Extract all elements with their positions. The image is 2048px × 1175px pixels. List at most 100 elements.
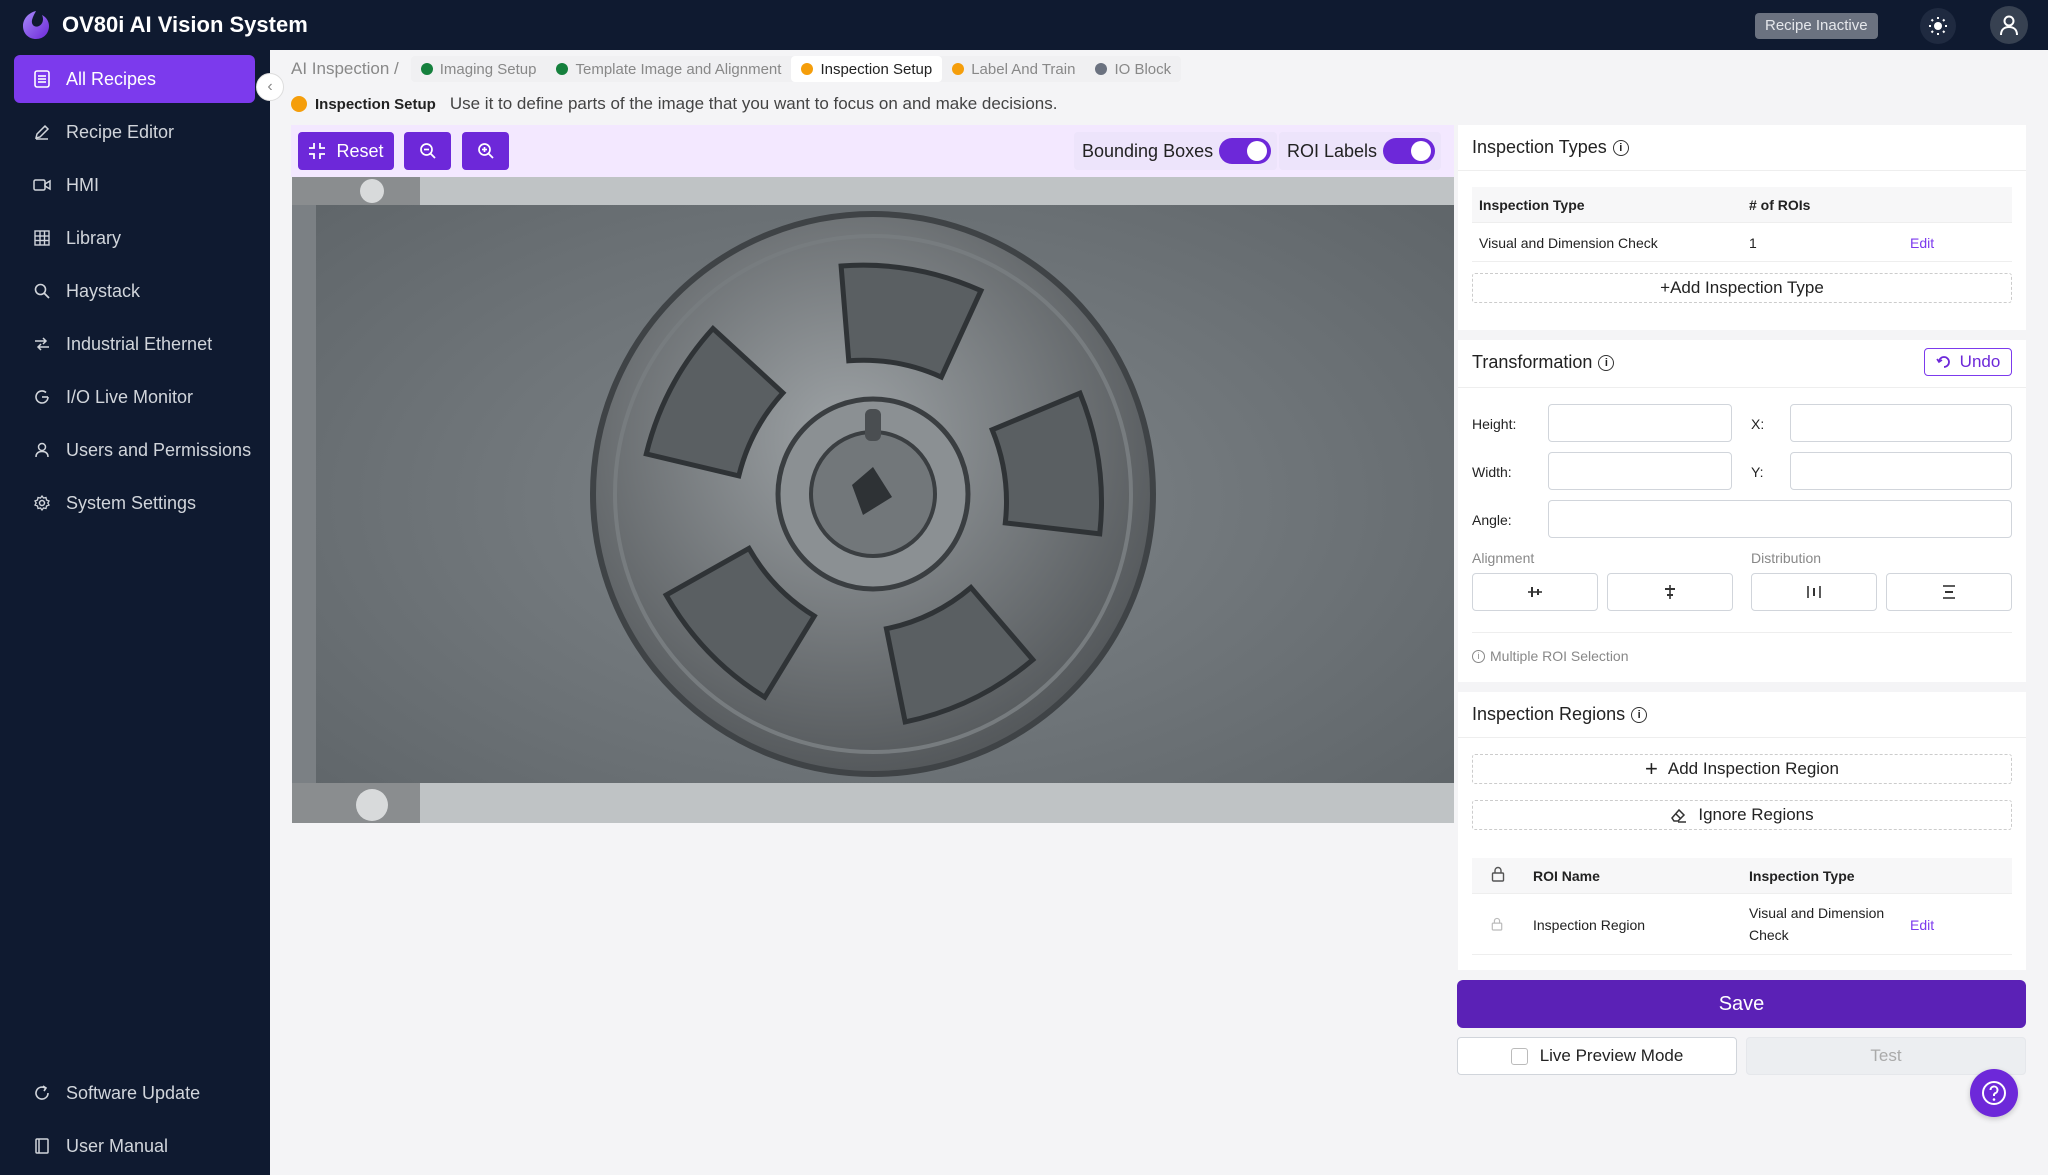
status-dot-icon [420,63,433,75]
save-button[interactable]: Save [1457,980,2026,1028]
user-avatar-button[interactable] [1990,6,2028,44]
sidebar-item-library[interactable]: Library [14,214,255,262]
inspection-image-canvas[interactable] [292,177,1454,823]
info-icon[interactable]: i [1598,354,1615,371]
sidebar-item-recipe-editor[interactable]: Recipe Editor [14,108,255,156]
lock-icon[interactable] [1491,866,1505,882]
theme-toggle-button[interactable] [1920,8,1956,44]
refresh-icon [32,1083,52,1103]
sun-icon [1929,17,1947,35]
top-bar: OV80i AI Vision System Recipe Inactive [0,0,2048,50]
live-preview-toggle[interactable]: Live Preview Mode [1457,1037,1737,1075]
x-input[interactable] [1790,404,2012,442]
multiple-roi-note: i Multiple ROI Selection [1472,648,1629,664]
edit-roi-link[interactable]: Edit [1910,917,1934,933]
inspection-regions-panel: Inspection Regions i + Add Inspection Reg… [1458,692,2026,970]
zoom-in-icon [477,143,494,159]
app-logo-icon [23,11,49,39]
zoom-out-button[interactable] [404,132,451,170]
column-header-inspection-type: Inspection Type [1479,197,1585,213]
y-label: Y: [1751,464,1764,480]
undo-button[interactable]: Undo [1924,348,2012,376]
sidebar-item-io-live-monitor[interactable]: I/O Live Monitor [14,373,255,421]
app-title: OV80i AI Vision System [62,12,308,37]
roi-inspection-type-line2: Check [1749,927,1789,943]
bounding-boxes-toggle[interactable]: Bounding Boxes [1074,132,1278,170]
undo-icon [1936,356,1950,368]
recipes-icon [32,69,52,89]
bounding-boxes-switch[interactable] [1219,138,1272,164]
ignore-regions-button[interactable]: Ignore Regions [1472,800,2012,830]
sidebar-item-hmi[interactable]: HMI [14,161,255,209]
breadcrumb: AI Inspection / Imaging Setup Template I… [291,56,1182,82]
y-input[interactable] [1790,452,2012,490]
image-toolbar: Reset Bounding Boxes ROI Labels [291,125,1454,177]
column-header-inspection-type: Inspection Type [1749,868,1855,884]
info-icon: i [1472,649,1485,663]
align-horizontal-center-icon [1528,587,1542,597]
transformation-panel: Transformation i Undo Height: X: Width: Y… [1458,340,2026,682]
edit-inspection-type-link[interactable]: Edit [1910,235,1934,251]
book-icon [32,1136,52,1156]
distribute-vertical-button[interactable] [1886,573,2012,611]
angle-label: Angle: [1472,512,1512,528]
test-button[interactable]: Test [1746,1037,2026,1075]
add-inspection-region-button[interactable]: + Add Inspection Region [1472,754,2012,784]
status-dot-icon [1095,63,1108,75]
sidebar-item-label: HMI [66,174,99,195]
sidebar-item-label: Library [66,227,122,248]
step-label-and-train[interactable]: Label And Train [942,56,1085,82]
add-inspection-type-button[interactable]: +Add Inspection Type [1472,273,2012,303]
angle-input[interactable] [1548,500,2012,538]
height-label: Height: [1472,416,1517,432]
step-inspection-setup[interactable]: Inspection Setup [791,56,943,82]
recipe-status-badge: Recipe Inactive [1755,13,1878,39]
align-vertical-center-button[interactable] [1607,573,1733,611]
column-header-roi-name: ROI Name [1533,868,1600,884]
breadcrumb-root[interactable]: AI Inspection / [291,59,399,79]
sidebar-item-haystack[interactable]: Haystack [14,267,255,315]
zoom-out-icon [419,143,436,159]
step-imaging-setup[interactable]: Imaging Setup [411,56,547,82]
section-title: Inspection Setup [315,95,436,113]
width-input[interactable] [1548,452,1732,490]
sidebar-item-system-settings[interactable]: System Settings [14,479,255,527]
live-preview-checkbox[interactable] [1510,1047,1528,1065]
width-label: Width: [1472,464,1512,480]
help-button[interactable] [1970,1069,2018,1117]
reset-button[interactable]: Reset [298,132,394,170]
collapse-sidebar-button[interactable]: ‹ [256,73,284,101]
roi-labels-switch[interactable] [1383,138,1436,164]
step-io-block[interactable]: IO Block [1085,56,1181,82]
film-reel-image [292,177,1454,823]
camera-icon [32,175,52,195]
distribute-vertical-icon [1943,585,1955,599]
info-icon[interactable]: i [1612,139,1629,156]
lock-icon[interactable] [1491,917,1503,931]
status-dot-icon [801,63,814,75]
sidebar-item-label: All Recipes [66,68,157,89]
roi-labels-toggle[interactable]: ROI Labels [1279,132,1442,170]
alignment-label: Alignment [1472,550,1535,566]
info-icon[interactable]: i [1631,706,1648,723]
zoom-in-button[interactable] [462,132,509,170]
status-dot-icon [556,63,569,75]
inspection-type-name: Visual and Dimension Check [1479,235,1658,251]
align-horizontal-center-button[interactable] [1472,573,1598,611]
inspection-types-panel: Inspection Types i Inspection Type # of R… [1458,125,2026,330]
sidebar-item-users-permissions[interactable]: Users and Permissions [14,426,255,474]
pen-icon [32,122,52,142]
x-label: X: [1751,416,1765,432]
sidebar-item-software-update[interactable]: Software Update [14,1069,255,1117]
sidebar-item-user-manual[interactable]: User Manual [14,1122,255,1170]
distribute-horizontal-button[interactable] [1751,573,1877,611]
distribution-label: Distribution [1751,550,1822,566]
sidebar-item-industrial-ethernet[interactable]: Industrial Ethernet [14,320,255,368]
step-template-alignment[interactable]: Template Image and Alignment [546,56,791,82]
plus-icon: + [1645,756,1658,781]
sidebar-item-label: User Manual [66,1135,169,1156]
height-input[interactable] [1548,404,1732,442]
help-icon [1982,1081,2006,1105]
sidebar-item-label: Software Update [66,1082,201,1103]
sidebar-item-all-recipes[interactable]: All Recipes [14,55,255,103]
